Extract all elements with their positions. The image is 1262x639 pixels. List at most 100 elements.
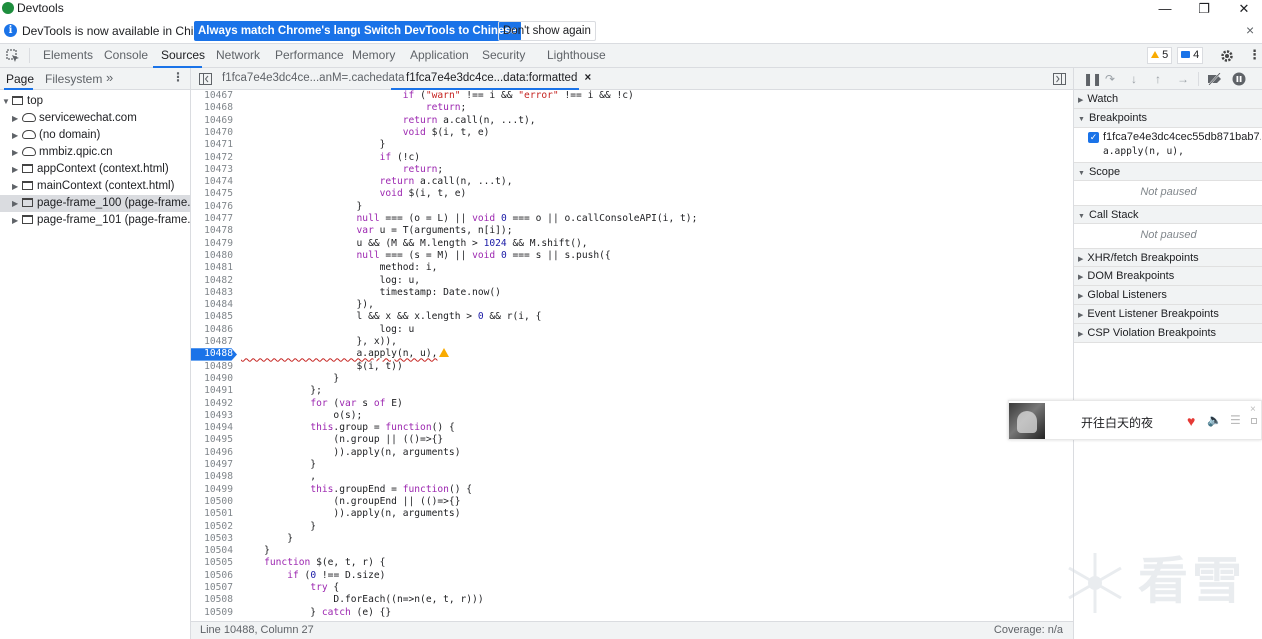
code-line[interactable]: } bbox=[241, 201, 363, 213]
line-number[interactable]: 10486 bbox=[191, 324, 233, 336]
tab-application[interactable]: Application bbox=[410, 48, 469, 62]
line-number[interactable]: 10496 bbox=[191, 447, 233, 459]
line-number[interactable]: 10478 bbox=[191, 225, 233, 237]
code-line[interactable]: log: u bbox=[241, 324, 415, 336]
code-line[interactable]: if ("warn" !== i && "error" !== i && !c) bbox=[241, 90, 634, 102]
code-line[interactable]: (n.group || (()=>{} bbox=[241, 434, 443, 446]
section-csp-breakpoints[interactable]: ▶ CSP Violation Breakpoints bbox=[1074, 324, 1262, 343]
line-number[interactable]: 10484 bbox=[191, 299, 233, 311]
line-number[interactable]: 10472 bbox=[191, 152, 233, 164]
line-number[interactable]: 10467 bbox=[191, 90, 233, 102]
music-player-widget[interactable]: 开往白天的夜 ♥ 🔈 ☰ × bbox=[1008, 400, 1262, 440]
switch-to-chinese-button[interactable]: Switch DevTools to Chinese bbox=[360, 21, 522, 41]
line-number[interactable]: 10503 bbox=[191, 533, 233, 545]
code-line[interactable]: )).apply(n, arguments) bbox=[241, 447, 460, 459]
code-line[interactable]: return a.call(n, ...t), bbox=[241, 176, 513, 188]
line-number[interactable]: 10497 bbox=[191, 459, 233, 471]
close-window-button[interactable]: ✕ bbox=[1224, 0, 1262, 17]
line-number[interactable]: 10506 bbox=[191, 570, 233, 582]
line-number[interactable]: 10470 bbox=[191, 127, 233, 139]
code-line[interactable]: u && (M && M.length > 1024 && M.shift(), bbox=[241, 238, 588, 250]
code-line[interactable]: timestamp: Date.now() bbox=[241, 287, 501, 299]
step-icon[interactable]: → bbox=[1177, 72, 1189, 86]
code-line[interactable]: var u = T(arguments, n[i]); bbox=[241, 225, 513, 237]
line-number[interactable]: 10502 bbox=[191, 521, 233, 533]
pause-on-exceptions-icon[interactable] bbox=[1232, 72, 1246, 86]
code-line[interactable]: this.groupEnd = function() { bbox=[241, 484, 472, 496]
line-number[interactable]: 10485 bbox=[191, 311, 233, 323]
line-number[interactable]: 10477 bbox=[191, 213, 233, 225]
section-global-listeners[interactable]: ▶ Global Listeners bbox=[1074, 286, 1262, 305]
code-line[interactable]: )).apply(n, arguments) bbox=[241, 508, 460, 520]
line-number[interactable]: 10481 bbox=[191, 262, 233, 274]
breakpoint-line-number[interactable]: 10488 bbox=[191, 348, 237, 361]
code-line[interactable]: } bbox=[241, 373, 339, 385]
step-into-icon[interactable]: ↓ bbox=[1131, 72, 1137, 86]
tree-item-appcontext[interactable]: ▶ appContext (context.html) bbox=[0, 161, 190, 178]
tab-page[interactable]: Page bbox=[6, 72, 34, 86]
code-line[interactable]: , bbox=[241, 471, 316, 483]
breakpoint-file[interactable]: f1fca7e4e3dc4cec55db871bab7... bbox=[1103, 131, 1261, 143]
line-number[interactable]: 10487 bbox=[191, 336, 233, 348]
code-line[interactable]: }; bbox=[241, 385, 322, 397]
code-line[interactable]: this.group = function() { bbox=[241, 422, 454, 434]
tree-item-page-frame-100[interactable]: ▶page-frame_100 (page-frame.htm bbox=[0, 195, 190, 212]
tree-item-page-frame-101[interactable]: ▶page-frame_101 (page-frame.htm bbox=[0, 212, 190, 229]
section-call-stack[interactable]: ▼ Call Stack bbox=[1074, 205, 1262, 224]
line-number[interactable]: 10501 bbox=[191, 508, 233, 520]
section-scope[interactable]: ▼ Scope bbox=[1074, 162, 1262, 181]
line-number[interactable]: 10491 bbox=[191, 385, 233, 397]
messages-badge[interactable]: 4 bbox=[1177, 47, 1204, 64]
code-line[interactable]: } bbox=[241, 533, 293, 545]
settings-gear-icon[interactable] bbox=[1220, 49, 1234, 63]
section-dom-breakpoints[interactable]: ▶ DOM Breakpoints bbox=[1074, 267, 1262, 286]
code-line[interactable]: for (var s of E) bbox=[241, 398, 402, 410]
restore-button[interactable]: ❐ bbox=[1184, 0, 1224, 17]
pause-icon[interactable]: ❚❚ bbox=[1083, 72, 1102, 86]
code-line[interactable]: if (0 !== D.size) bbox=[241, 570, 385, 582]
tree-item-mmbiz[interactable]: ▶ mmbiz.qpic.cn bbox=[0, 144, 190, 161]
section-breakpoints[interactable]: ▼ Breakpoints bbox=[1074, 109, 1262, 128]
warning-icon[interactable] bbox=[439, 348, 450, 358]
deactivate-breakpoints-icon[interactable] bbox=[1207, 73, 1222, 85]
tab-security[interactable]: Security bbox=[482, 48, 525, 62]
tab-filesystem[interactable]: Filesystem bbox=[45, 72, 102, 86]
tab-performance[interactable]: Performance bbox=[275, 48, 344, 62]
dont-show-again-button[interactable]: Don't show again bbox=[498, 21, 596, 41]
tree-item-servicewechat[interactable]: ▶ servicewechat.com bbox=[0, 110, 190, 127]
toggle-navigator-icon[interactable] bbox=[199, 73, 212, 85]
line-number[interactable]: 10480 bbox=[191, 250, 233, 262]
section-watch[interactable]: ▶ Watch bbox=[1074, 90, 1262, 109]
code-line[interactable]: } catch (e) {} bbox=[241, 607, 391, 619]
code-line[interactable]: return a.call(n, ...t), bbox=[241, 115, 536, 127]
code-line[interactable]: (n.groupEnd || (()=>{} bbox=[241, 496, 460, 508]
tab-memory[interactable]: Memory bbox=[352, 48, 395, 62]
line-number[interactable]: 10505 bbox=[191, 557, 233, 569]
file-tab-cachedata[interactable]: f1fca7e4e3dc4ce...anM=.cachedata bbox=[222, 72, 405, 84]
code-line[interactable]: null === (s = M) || void 0 === s || s.pu… bbox=[241, 250, 611, 262]
step-over-icon[interactable]: ↷ bbox=[1105, 72, 1115, 86]
more-options-icon[interactable]: ⋮ bbox=[1248, 47, 1261, 63]
code-line[interactable]: }), bbox=[241, 299, 374, 311]
code-line[interactable]: void $(i, t, e) bbox=[241, 188, 467, 200]
line-number[interactable]: 10504 bbox=[191, 545, 233, 557]
tab-console[interactable]: Console bbox=[104, 48, 148, 62]
code-line[interactable]: return; bbox=[241, 102, 466, 114]
volume-icon[interactable]: 🔈 bbox=[1207, 413, 1222, 427]
line-number[interactable]: 10471 bbox=[191, 139, 233, 151]
tree-item-no-domain[interactable]: ▶ (no domain) bbox=[0, 127, 190, 144]
line-number[interactable]: 10468 bbox=[191, 102, 233, 114]
line-number[interactable]: 10479 bbox=[191, 238, 233, 250]
code-line[interactable]: null === (o = L) || void 0 === o || o.ca… bbox=[241, 213, 698, 225]
playlist-icon[interactable]: ☰ bbox=[1230, 413, 1241, 427]
code-line[interactable]: } bbox=[241, 545, 270, 557]
section-xhr-breakpoints[interactable]: ▶ XHR/fetch Breakpoints bbox=[1074, 248, 1262, 267]
code-line[interactable]: a.apply(n, u), bbox=[241, 348, 450, 360]
code-line[interactable]: return; bbox=[241, 164, 443, 176]
toggle-debugger-icon[interactable] bbox=[1053, 73, 1066, 85]
section-event-listener-breakpoints[interactable]: ▶ Event Listener Breakpoints bbox=[1074, 305, 1262, 324]
line-number[interactable]: 10507 bbox=[191, 582, 233, 594]
code-line[interactable]: } bbox=[241, 459, 316, 471]
line-number[interactable]: 10508 bbox=[191, 594, 233, 606]
tab-network[interactable]: Network bbox=[216, 48, 260, 62]
